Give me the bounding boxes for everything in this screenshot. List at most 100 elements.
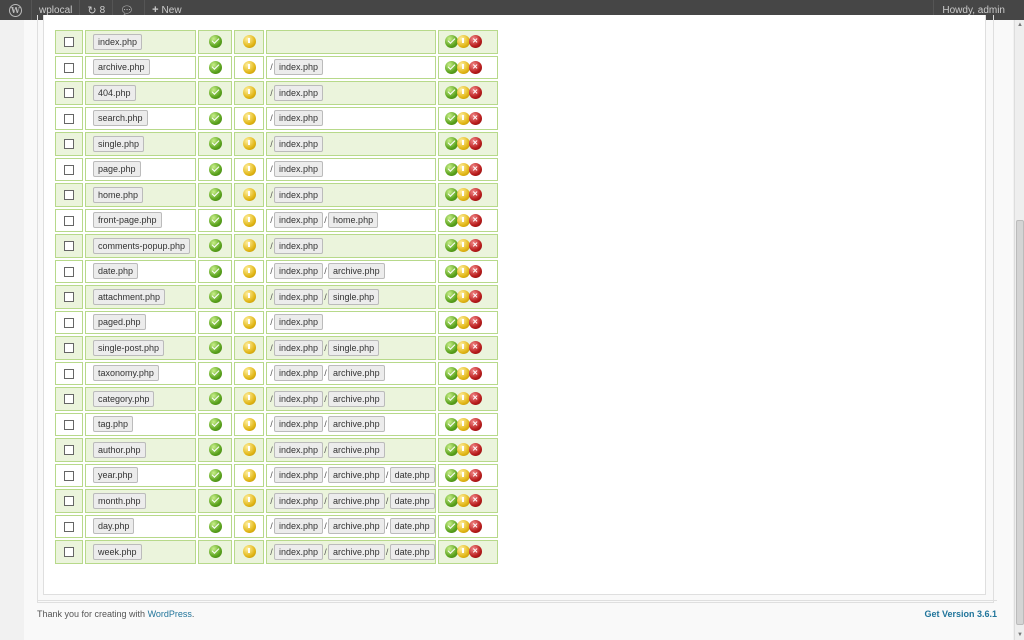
fallback-file-tag[interactable]: index.php xyxy=(274,212,324,229)
fallback-file-tag[interactable]: date.php xyxy=(389,518,435,535)
get-version-link[interactable]: Get Version 3.6.1 xyxy=(924,609,997,619)
row-checkbox[interactable] xyxy=(64,445,74,456)
template-file-tag[interactable]: search.php xyxy=(93,110,148,127)
template-file-cell: taxonomy.php xyxy=(85,361,196,385)
fallback-file-tag[interactable]: index.php xyxy=(274,135,324,152)
row-checkbox[interactable] xyxy=(64,317,74,328)
row-checkbox[interactable] xyxy=(64,547,74,558)
template-file-tag[interactable]: 404.php xyxy=(93,84,136,101)
row-checkbox[interactable] xyxy=(64,470,74,481)
template-file-tag[interactable]: taxonomy.php xyxy=(93,365,159,382)
fallback-file-tag[interactable]: archive.php xyxy=(328,263,385,280)
template-file-tag[interactable]: single.php xyxy=(93,135,145,152)
row-checkbox[interactable] xyxy=(64,266,74,277)
template-file-tag[interactable]: index.php xyxy=(93,33,143,50)
row-checkbox[interactable] xyxy=(64,113,74,124)
fallback-file-tag[interactable]: index.php xyxy=(274,492,324,509)
fallback-file-tag[interactable]: home.php xyxy=(328,212,379,229)
row-checkbox[interactable] xyxy=(64,343,74,354)
template-file-tag[interactable]: home.php xyxy=(93,186,144,203)
fallback-file-tag[interactable]: index.php xyxy=(274,416,324,433)
row-checkbox[interactable] xyxy=(64,419,74,430)
template-file-tag[interactable]: month.php xyxy=(93,492,146,509)
row-checkbox[interactable] xyxy=(64,394,74,405)
template-file-tag[interactable]: paged.php xyxy=(93,314,146,331)
template-file-tag[interactable]: single-post.php xyxy=(93,339,165,356)
template-file-tag[interactable]: week.php xyxy=(93,543,142,560)
fallback-file-tag[interactable]: index.php xyxy=(274,263,324,280)
fallback-file-tag[interactable]: index.php xyxy=(274,161,324,178)
template-file-tag[interactable]: comments-popup.php xyxy=(93,237,191,254)
approve-icon xyxy=(444,264,458,278)
row-checkbox[interactable] xyxy=(64,190,74,201)
row-checkbox[interactable] xyxy=(64,62,74,73)
row-checkbox[interactable] xyxy=(64,496,74,507)
page-scrollbar[interactable]: ▲ ▼ xyxy=(1014,20,1024,640)
fallback-file-tag[interactable]: archive.php xyxy=(328,467,385,484)
fallback-file-tag[interactable]: single.php xyxy=(328,339,380,356)
wordpress-link[interactable]: WordPress xyxy=(148,609,192,619)
warning-cell xyxy=(234,336,264,360)
fallback-chain-cell: / index.php / archive.php / date.php xyxy=(266,540,436,564)
template-file-tag[interactable]: author.php xyxy=(93,441,146,458)
fallback-file-tag[interactable]: index.php xyxy=(274,467,324,484)
template-file-tag[interactable]: date.php xyxy=(93,263,139,280)
scroll-up-arrow-icon[interactable]: ▲ xyxy=(1015,20,1024,30)
template-file-tag[interactable]: tag.php xyxy=(93,416,134,433)
fallback-file-tag[interactable]: date.php xyxy=(389,492,435,509)
fallback-file-tag[interactable]: index.php xyxy=(274,339,324,356)
template-file-tag[interactable]: year.php xyxy=(93,467,138,484)
fallback-file-tag[interactable]: index.php xyxy=(274,288,324,305)
fallback-file-tag[interactable]: date.php xyxy=(389,543,435,560)
fallback-file-tag[interactable]: archive.php xyxy=(328,518,385,535)
fallback-file-tag[interactable]: index.php xyxy=(274,390,324,407)
fallback-file-tag[interactable]: archive.php xyxy=(328,365,385,382)
scrollbar-thumb[interactable] xyxy=(1016,220,1024,625)
fallback-file-tag[interactable]: index.php xyxy=(274,441,324,458)
fallback-file-tag[interactable]: archive.php xyxy=(328,416,385,433)
status-actions-cell xyxy=(437,336,498,360)
check-icon xyxy=(208,35,222,49)
fallback-file-tag[interactable]: index.php xyxy=(274,518,324,535)
row-checkbox[interactable] xyxy=(64,88,74,99)
row-checkbox[interactable] xyxy=(64,37,74,48)
template-file-tag[interactable]: day.php xyxy=(93,518,135,535)
template-file-tag[interactable]: page.php xyxy=(93,161,141,178)
row-checkbox[interactable] xyxy=(64,368,74,379)
row-checkbox[interactable] xyxy=(64,241,74,252)
approve-icon xyxy=(444,213,458,227)
fallback-chain-cell: / index.php / single.php xyxy=(266,336,436,360)
row-checkbox[interactable] xyxy=(64,215,74,226)
fallback-file-tag[interactable]: archive.php xyxy=(328,441,385,458)
exists-cell xyxy=(198,30,232,54)
wordpress-logo-icon[interactable]: W xyxy=(0,0,32,20)
delete-icon xyxy=(468,341,482,355)
warning-icon xyxy=(242,366,256,380)
fallback-file-tag[interactable]: index.php xyxy=(274,84,324,101)
fallback-file-tag[interactable]: single.php xyxy=(328,288,380,305)
template-file-tag[interactable]: front-page.php xyxy=(93,212,162,229)
template-file-tag[interactable]: archive.php xyxy=(93,59,150,76)
fallback-file-tag[interactable]: index.php xyxy=(274,543,324,560)
row-checkbox[interactable] xyxy=(64,164,74,175)
row-checkbox[interactable] xyxy=(64,521,74,532)
approve-icon xyxy=(444,188,458,202)
template-file-tag[interactable]: category.php xyxy=(93,390,155,407)
fallback-file-tag[interactable]: archive.php xyxy=(328,492,385,509)
fallback-file-tag[interactable]: date.php xyxy=(389,467,435,484)
row-checkbox[interactable] xyxy=(64,292,74,303)
template-file-tag[interactable]: attachment.php xyxy=(93,288,166,305)
scroll-down-arrow-icon[interactable]: ▼ xyxy=(1015,630,1024,640)
warning-cell xyxy=(234,234,264,258)
fallback-file-tag[interactable]: index.php xyxy=(274,237,324,254)
fallback-file-tag[interactable]: archive.php xyxy=(328,543,385,560)
fallback-file-tag[interactable]: index.php xyxy=(274,59,324,76)
select-cell xyxy=(55,55,83,79)
fallback-file-tag[interactable]: index.php xyxy=(274,314,324,331)
fallback-file-tag[interactable]: archive.php xyxy=(328,390,385,407)
footer-thanks-suffix: . xyxy=(191,609,195,619)
fallback-file-tag[interactable]: index.php xyxy=(274,110,324,127)
fallback-file-tag[interactable]: index.php xyxy=(274,365,324,382)
row-checkbox[interactable] xyxy=(64,139,74,150)
fallback-file-tag[interactable]: index.php xyxy=(274,186,324,203)
